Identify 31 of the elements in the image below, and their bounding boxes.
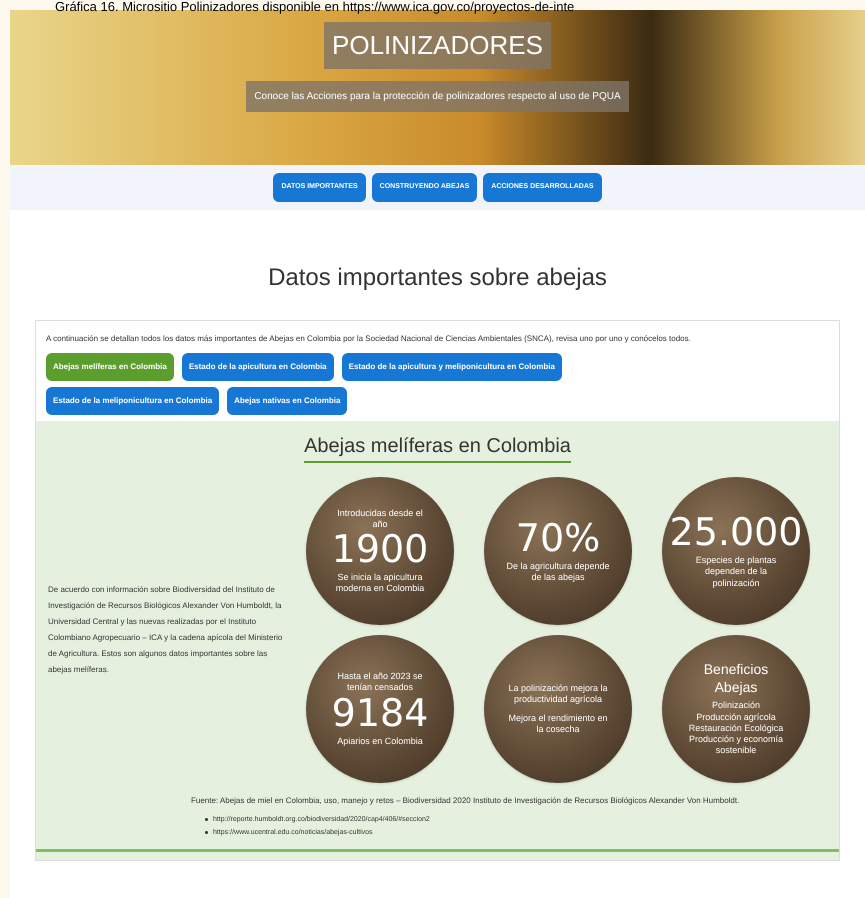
bullet-icon: [205, 831, 208, 834]
hero-subtitle: Conoce las Acciones para la protección de polinizadores respecto al uso de PQUA: [246, 81, 629, 112]
stat-value: 70%: [516, 518, 600, 557]
stat-label: Restauración Ecológica: [688, 722, 784, 734]
stat-label: Introducidas desde el año: [336, 508, 424, 530]
stat-label: Apiarios en Colombia: [336, 736, 424, 747]
stat-label: De la agricultura depende de las abejas: [505, 560, 611, 584]
stat-label: Hasta el año 2023 se tenían censados: [336, 671, 424, 694]
stat-label: Mejora el rendimiento en la cosecha: [507, 713, 609, 736]
stat-label: Producción y economía sostenible: [688, 734, 784, 757]
stat-label: La polinización mejora la productividad agrícola: [507, 682, 609, 705]
stat-title: Beneficios Abejas: [702, 661, 770, 696]
stat-value: 25.000: [670, 513, 802, 552]
panel-description: De acuerdo con información sobre Biodiversidad del Instituto de Investigación de Recursos Biológicos Alexander Von Humboldt, la Universidad Central y las nuevas realizadas por el Instituto Colombiano Agropecuario – ICA y la cadena apícola del Ministerio de Agricultura. Estos son algunos datos importantes sobre las abejas melíferas.: [48, 584, 284, 676]
stat-value: 9184: [332, 694, 428, 732]
tab[interactable]: Estado de la meliponicultura en Colombia: [46, 387, 220, 415]
section-heading: Datos importantes sobre abejas: [267, 263, 608, 293]
stat-label: Se inicia la apicultura moderna en Colombia: [334, 572, 426, 594]
panel-title: Abejas melíferas en Colombia: [304, 431, 571, 463]
stat-label: Producción agrícola: [695, 712, 777, 723]
hero-title: POLINIZADORES: [324, 22, 551, 69]
tab[interactable]: Abejas nativas en Colombia: [227, 387, 348, 415]
tab[interactable]: Abejas melíferas en Colombia: [46, 353, 174, 381]
stat-label: Polinización: [710, 700, 762, 712]
tab[interactable]: Estado de la apicultura en Colombia: [182, 353, 334, 381]
source-text: Fuente: Abejas de miel en Colombia, uso, manejo y retos – Biodiversidad 2020 Instituto de Investigación de Recursos Biológicos Alexander Von Humboldt.: [191, 795, 740, 807]
tab[interactable]: Estado de la apicultura y meliponicultura en Colombia: [342, 353, 562, 381]
bullet-icon: [205, 818, 208, 821]
stat-value: 1900: [332, 530, 428, 568]
stat-label: Especies de plantas dependen de la polinización: [694, 555, 778, 589]
intro-text: A continuación se detallan todos los datos más importantes de Abejas en Colombia por la Sociedad Nacional de Ciencias Ambientales (SNCA), revisa uno por uno y conócelos todos.: [46, 333, 692, 345]
